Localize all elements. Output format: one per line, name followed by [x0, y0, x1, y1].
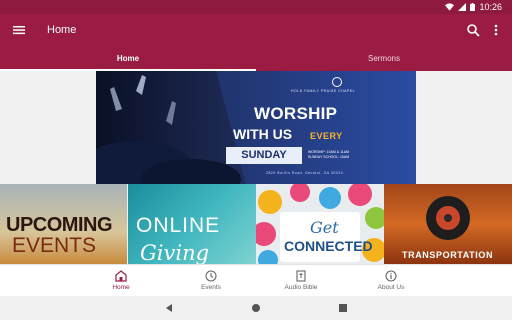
bottom-navigation: Home Events Audio Bible About Us	[0, 264, 512, 296]
tile-connected-line1: Get	[310, 218, 339, 237]
menu-icon[interactable]	[12, 23, 26, 37]
status-bar: 10:26	[0, 0, 512, 14]
home-feed[interactable]: HOLD FAMILY PRAISE CHAPEL WORSHIP WITH U…	[0, 71, 512, 264]
banner-subheadline: WITH US	[233, 126, 293, 142]
nav-label-audio-bible: Audio Bible	[284, 284, 318, 291]
banner-day: SUNDAY	[226, 147, 302, 164]
recents-icon[interactable]	[337, 302, 349, 314]
app-bar: Home	[0, 14, 512, 48]
battery-icon	[470, 3, 476, 11]
tile-connected-line2: CONNECTED	[284, 238, 373, 254]
tile-events-line2: EVENTS	[12, 234, 97, 257]
tile-get-connected[interactable]: Get CONNECTED	[256, 184, 384, 264]
search-icon[interactable]	[466, 23, 480, 37]
church-logo-icon	[332, 77, 342, 87]
tab-bar: Home Sermons	[0, 48, 512, 71]
bible-icon	[296, 270, 306, 282]
signal-icon	[458, 3, 467, 11]
banner-headline: WORSHIP	[254, 104, 338, 123]
status-indicators: 10:26	[445, 2, 502, 12]
clock-icon	[205, 270, 217, 282]
nav-label-about-us: About Us	[377, 284, 405, 291]
banner-every: EVERY	[310, 131, 343, 141]
tab-sermons[interactable]: Sermons	[256, 48, 512, 71]
home-icon	[115, 270, 127, 282]
nav-label-home: Home	[112, 284, 130, 291]
tile-upcoming-events[interactable]: UPCOMING EVENTS	[0, 184, 127, 264]
tile-transport-label: TRANSPORTATION	[402, 250, 494, 260]
system-navigation-bar	[0, 296, 512, 320]
info-icon	[385, 270, 397, 282]
tile-transportation[interactable]: TRANSPORTATION	[384, 184, 512, 264]
service-time-school: SUNDAY SCHOOL: 10AM	[308, 155, 350, 159]
page-title: Home	[47, 24, 77, 36]
nav-label-events: Events	[201, 284, 221, 291]
back-icon[interactable]	[163, 302, 175, 314]
nav-item-audio-bible[interactable]: Audio Bible	[271, 265, 331, 297]
service-times: WORSHIP: 10AM & 11AM SUNDAY SCHOOL: 10AM	[308, 150, 349, 160]
nav-item-home[interactable]: Home	[91, 265, 151, 297]
wifi-icon	[445, 3, 455, 11]
status-time: 10:26	[479, 2, 502, 12]
tile-online-giving[interactable]: ONLINE Giving	[128, 184, 256, 264]
tile-giving-line2: Giving	[140, 241, 210, 264]
worship-banner[interactable]: HOLD FAMILY PRAISE CHAPEL WORSHIP WITH U…	[96, 71, 416, 184]
app-root: 10:26 Home Home Sermons HOLD FAMILY PRAI…	[0, 0, 512, 320]
more-vert-icon[interactable]	[490, 23, 502, 37]
nav-item-about-us[interactable]: About Us	[361, 265, 421, 297]
tile-giving-line1: ONLINE	[136, 214, 221, 237]
church-address: 2820 Builtin Road, Decatur, GA 30034	[266, 171, 344, 175]
tab-home[interactable]: Home	[0, 48, 256, 71]
home-circle-icon[interactable]	[250, 302, 262, 314]
church-name: HOLD FAMILY PRAISE CHAPEL	[291, 89, 356, 93]
nav-item-events[interactable]: Events	[181, 265, 241, 297]
